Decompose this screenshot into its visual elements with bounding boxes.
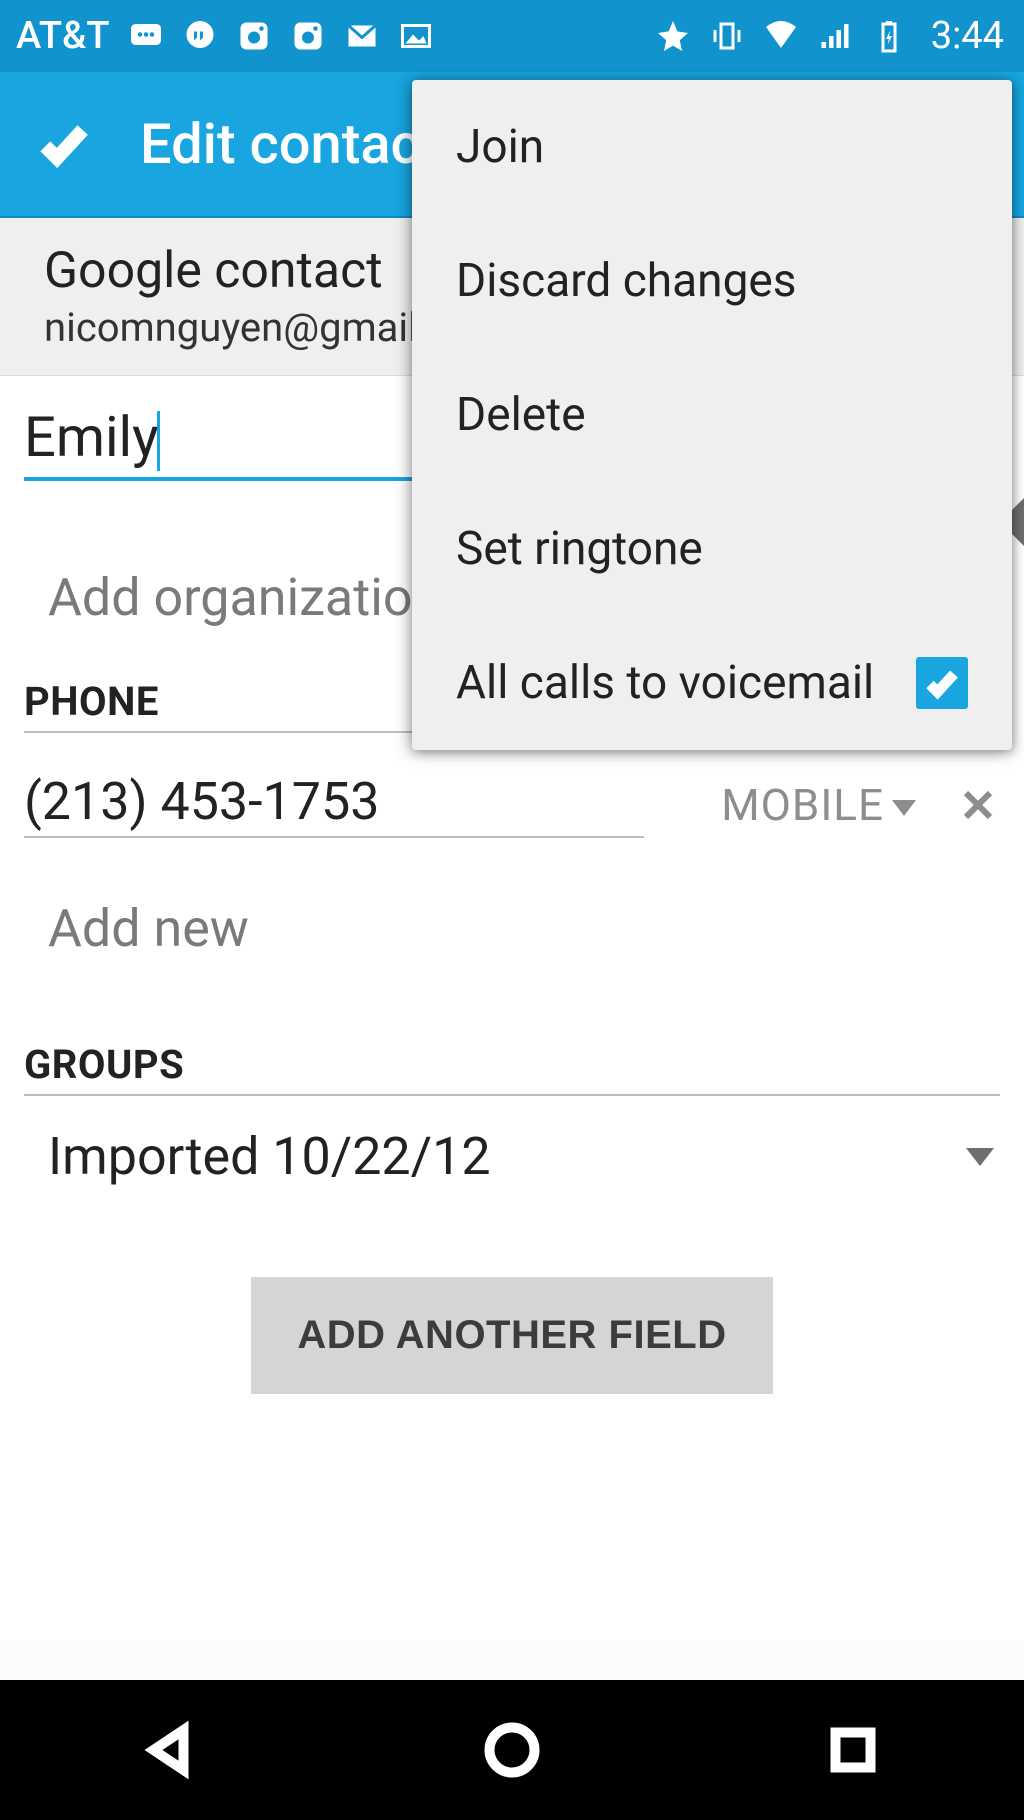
gmail-icon [344, 18, 380, 54]
menu-item-join[interactable]: Join [412, 80, 1012, 214]
menu-item-label: All calls to voicemail [456, 656, 874, 710]
sms-icon [128, 18, 164, 54]
menu-item-set-ringtone[interactable]: Set ringtone [412, 482, 1012, 616]
menu-item-label: Join [456, 120, 544, 174]
group-value: Imported 10/22/12 [48, 1126, 491, 1187]
name-value: Emily [24, 404, 159, 470]
voicemail-checkbox[interactable] [916, 657, 968, 709]
battery-icon [871, 18, 907, 54]
app-bar-title: Edit contact [140, 111, 438, 177]
add-another-field-button[interactable]: ADD ANOTHER FIELD [251, 1277, 772, 1394]
photo-icon [398, 18, 434, 54]
blur-region [0, 1640, 1024, 1680]
menu-item-delete[interactable]: Delete [412, 348, 1012, 482]
back-button[interactable] [136, 1715, 206, 1785]
phone-type-label: MOBILE [721, 779, 884, 831]
done-button[interactable] [36, 116, 92, 172]
chevron-down-icon [966, 1148, 994, 1166]
phone-input[interactable]: (213) 453-1753 [24, 771, 644, 838]
clock-label: 3:44 [931, 14, 1004, 58]
overflow-menu: Join Discard changes Delete Set ringtone… [412, 80, 1012, 750]
hangouts-icon [182, 18, 218, 54]
instagram-icon [236, 18, 272, 54]
status-bar: AT&T 3:44 [0, 0, 1024, 72]
group-dropdown[interactable]: Imported 10/22/12 [24, 1126, 1000, 1247]
wifi-icon [763, 18, 799, 54]
menu-item-discard-changes[interactable]: Discard changes [412, 214, 1012, 348]
recents-button[interactable] [818, 1715, 888, 1785]
chevron-down-icon [892, 800, 916, 816]
menu-item-label: Discard changes [456, 254, 797, 308]
nav-bar [0, 1680, 1024, 1820]
groups-section-label: GROUPS [24, 1041, 1000, 1096]
star-icon [655, 18, 691, 54]
text-cursor [157, 411, 160, 471]
signal-icon [817, 18, 853, 54]
remove-phone-button[interactable] [956, 783, 1000, 827]
phone-type-dropdown[interactable]: MOBILE [721, 779, 916, 831]
menu-item-label: Set ringtone [456, 522, 703, 576]
menu-item-voicemail[interactable]: All calls to voicemail [412, 616, 1012, 750]
vibrate-icon [709, 18, 745, 54]
add-new-phone-button[interactable]: Add new [24, 898, 1000, 1041]
menu-item-label: Delete [456, 388, 586, 442]
carrier-label: AT&T [16, 14, 110, 58]
phone-row: (213) 453-1753 MOBILE [24, 771, 1000, 898]
instagram-icon-2 [290, 18, 326, 54]
home-button[interactable] [477, 1715, 547, 1785]
